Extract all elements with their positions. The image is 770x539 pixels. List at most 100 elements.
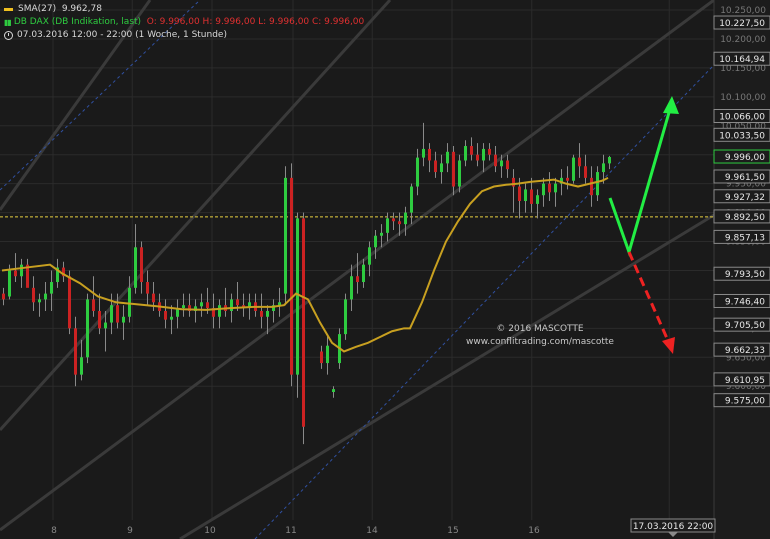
candle-body	[200, 302, 203, 307]
candle-body	[566, 177, 569, 181]
candle-body	[416, 157, 419, 187]
price-box: 9.575,00	[713, 393, 770, 408]
candle-body	[572, 157, 575, 181]
candle-body	[164, 310, 167, 320]
candle-body	[128, 287, 131, 317]
candle-body	[236, 299, 239, 306]
sma-label: SMA(27)	[18, 4, 57, 14]
candle-body	[8, 270, 11, 297]
candlestick-chart: 10.250,0010.200,0010.150,0010.100,0010.0…	[0, 0, 770, 539]
legend-instrument: ▮▮ DB DAX (DB Indikation, last) O: 9.996…	[4, 16, 364, 29]
candle-body	[404, 212, 407, 225]
price-box-label: 10.066,00	[719, 112, 765, 122]
candle-body	[482, 148, 485, 161]
time-tick-label: 11	[285, 526, 296, 536]
price-box-label: 9.996,00	[725, 153, 765, 163]
candle-body	[548, 183, 551, 193]
price-box-label: 10.164,94	[719, 55, 765, 65]
candle-body	[182, 305, 185, 309]
candle-body	[296, 218, 299, 375]
candle-body	[362, 264, 365, 283]
candle-body	[98, 310, 101, 329]
candle-body	[374, 235, 377, 248]
candle-body	[440, 163, 443, 173]
watermark-copyright: © 2016 MASCOTTE	[496, 324, 584, 334]
candle-body	[344, 299, 347, 335]
candle-body	[518, 186, 521, 202]
candle-body	[494, 154, 497, 167]
candle-body	[608, 157, 611, 164]
candle-icon: ▮▮	[4, 18, 12, 27]
candle-body	[218, 305, 221, 317]
candle-body	[554, 183, 557, 193]
watermark-url: www.conflitrading.com/mascotte	[466, 337, 614, 347]
candle-body	[260, 310, 263, 317]
candle-body	[290, 177, 293, 375]
time-tick-label: 16	[528, 526, 540, 536]
price-box: 10.066,00	[713, 108, 770, 123]
candle-body	[536, 195, 539, 204]
price-box: 10.227,50	[713, 15, 770, 30]
price-box: 9.892,50	[713, 209, 770, 224]
candle-body	[152, 293, 155, 303]
price-box: 9.746,40	[713, 293, 770, 308]
price-box: 9.793,50	[713, 266, 770, 281]
candle-body	[170, 316, 173, 320]
candle-body	[452, 151, 455, 187]
price-box-label: 9.705,50	[725, 321, 765, 331]
price-tick-label: 10.100,00	[720, 93, 766, 103]
candle-body	[38, 299, 41, 303]
candle-body	[596, 172, 599, 196]
candle-body	[380, 232, 383, 236]
candle-body	[44, 293, 47, 300]
candle	[86, 293, 89, 364]
candle-body	[74, 328, 77, 375]
candle-body	[602, 163, 605, 173]
candle-body	[464, 146, 467, 161]
candle-body	[80, 357, 83, 375]
price-box-label: 9.927,32	[725, 193, 765, 203]
price-tick-label: 10.200,00	[720, 35, 766, 45]
candle-body	[134, 247, 137, 288]
candle-body	[530, 189, 533, 204]
candle-body	[146, 282, 149, 294]
sma-value: 9.962,78	[61, 4, 102, 14]
candle-body	[50, 282, 53, 294]
price-box: 9.705,50	[713, 317, 770, 332]
candle-body	[386, 218, 389, 233]
candle-body	[500, 160, 503, 167]
candle	[68, 270, 71, 335]
candle-body	[356, 276, 359, 283]
candle-body	[398, 221, 401, 225]
candle-body	[506, 160, 509, 170]
candle-body	[350, 276, 353, 300]
candle-body	[458, 160, 461, 187]
candle	[284, 166, 287, 306]
sma-swatch	[4, 8, 13, 11]
candle-body	[422, 148, 425, 158]
candle-body	[68, 276, 71, 329]
price-box: 9.662,33	[713, 342, 770, 357]
price-box: 9.857,13	[713, 229, 770, 244]
time-tick-label: 14	[366, 526, 378, 536]
candle-body	[122, 316, 125, 323]
candle-body	[104, 322, 107, 329]
time-tick-label: 10	[204, 526, 216, 536]
candle-body	[206, 302, 209, 309]
candle-body	[578, 157, 581, 167]
legend-sma: SMA(27) 9.962,78	[4, 3, 364, 16]
candle-body	[110, 305, 113, 323]
candle-body	[524, 189, 527, 202]
price-box-label: 9.961,50	[725, 173, 765, 183]
candle	[302, 212, 305, 445]
date-box-label: 17.03.2016 22:00	[633, 522, 714, 532]
candle-body	[488, 148, 491, 155]
candle-body	[140, 247, 143, 283]
period-text: 07.03.2016 12:00 - 22:00 (1 Woche, 1 Stu…	[17, 30, 227, 40]
candle-body	[326, 345, 329, 364]
candle-body	[434, 160, 437, 173]
price-box-label: 10.227,50	[719, 19, 765, 29]
instrument-name: DB DAX (DB Indikation, last)	[13, 17, 142, 27]
candle	[344, 293, 347, 340]
candle-body	[116, 305, 119, 323]
